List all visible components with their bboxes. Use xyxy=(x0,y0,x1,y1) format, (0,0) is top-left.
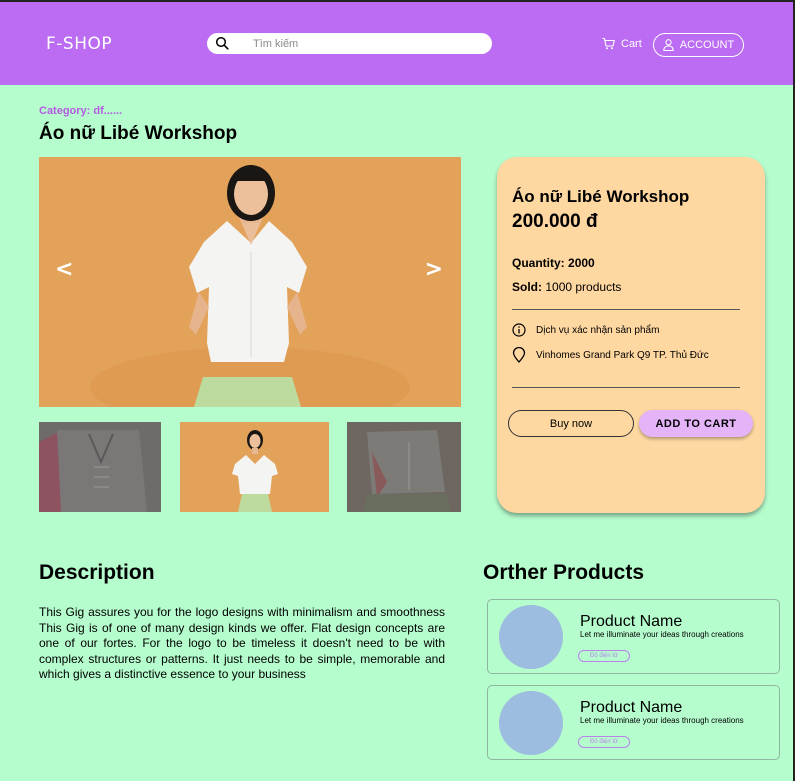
product-thumbnail-1[interactable] xyxy=(39,422,161,512)
buy-now-button[interactable]: Buy now xyxy=(508,410,634,437)
divider xyxy=(512,387,740,388)
product-card-name: Product Name xyxy=(580,699,683,716)
category-badge[interactable]: Đồ điện tử xyxy=(578,650,630,662)
sold-line: Sold: 1000 products xyxy=(512,280,621,294)
account-label: ACCOUNT xyxy=(679,39,735,51)
quantity-line: Quantity: 2000 xyxy=(512,256,595,270)
service-row: Dịch vụ xác nhận sản phẩm xyxy=(512,323,659,337)
search-input[interactable] xyxy=(253,35,473,52)
divider xyxy=(512,309,740,310)
brand-logo[interactable]: F-SHOP xyxy=(46,34,112,54)
user-icon xyxy=(663,39,674,51)
account-button[interactable]: ACCOUNT xyxy=(653,33,744,57)
quantity-value: 2000 xyxy=(568,256,595,270)
add-to-cart-button[interactable]: ADD TO CART xyxy=(639,410,753,437)
location-pin-icon xyxy=(512,347,526,363)
location-row: Vinhomes Grand Park Q9 TP. Thủ Đức xyxy=(512,347,709,363)
product-card-desc: Let me illuminate your ideas through cre… xyxy=(580,630,744,639)
prev-image-button[interactable]: < xyxy=(55,257,73,282)
search-bar[interactable] xyxy=(207,33,492,54)
next-image-button[interactable]: > xyxy=(425,257,443,282)
other-product-card[interactable]: Product Name Let me illuminate your idea… xyxy=(487,685,780,760)
search-icon[interactable] xyxy=(215,36,229,50)
product-name: Áo nữ Libé Workshop xyxy=(512,187,690,206)
product-thumbnail-2[interactable] xyxy=(180,422,329,512)
service-text: Dịch vụ xác nhận sản phẩm xyxy=(536,324,660,336)
cart-icon xyxy=(602,37,615,50)
product-photo xyxy=(39,157,461,407)
sold-label: Sold: xyxy=(512,280,542,294)
thumbnail-photo-back xyxy=(39,422,161,512)
product-main-image: < > xyxy=(39,157,461,407)
product-card-name: Product Name xyxy=(580,613,683,630)
cart-link[interactable]: Cart xyxy=(602,37,642,50)
product-thumbnail-3[interactable] xyxy=(347,422,461,512)
top-header: F-SHOP Cart ACCOUNT xyxy=(0,2,793,85)
product-price: 200.000 đ xyxy=(512,211,598,232)
thumbnail-photo-front xyxy=(180,422,329,512)
other-product-card[interactable]: Product Name Let me illuminate your idea… xyxy=(487,599,780,674)
breadcrumb-category[interactable]: Category: df...... xyxy=(39,105,122,117)
category-badge[interactable]: Đồ điện tử xyxy=(578,736,630,748)
cart-label: Cart xyxy=(621,37,642,50)
product-thumbnail xyxy=(499,605,563,669)
description-heading: Description xyxy=(39,561,155,584)
page-title: Áo nữ Libé Workshop xyxy=(39,123,238,144)
quantity-label: Quantity: xyxy=(512,256,565,270)
product-info-card: Áo nữ Libé Workshop 200.000 đ Quantity: … xyxy=(497,157,765,513)
location-text: Vinhomes Grand Park Q9 TP. Thủ Đức xyxy=(536,349,709,361)
description-text: This Gig assures you for the logo design… xyxy=(39,605,445,681)
product-card-desc: Let me illuminate your ideas through cre… xyxy=(580,716,744,725)
thumbnail-photo-side xyxy=(347,422,461,512)
sold-value: 1000 products xyxy=(545,280,622,294)
product-thumbnail xyxy=(499,691,563,755)
other-products-heading: Orther Products xyxy=(483,561,645,584)
info-icon xyxy=(512,323,526,337)
